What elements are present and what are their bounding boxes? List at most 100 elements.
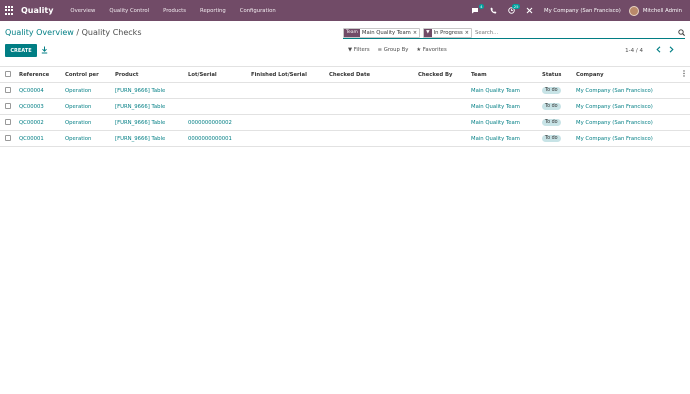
column-header-lot-serial[interactable]: Lot/Serial [188,66,251,83]
table-row[interactable]: QC00002 Operation [FURN_9666] Table 0000… [0,114,690,131]
cell-product[interactable]: [FURN_9666] Table [115,130,188,147]
cell-company[interactable]: My Company (San Francisco) [576,130,683,147]
download-icon[interactable] [41,46,48,56]
search-options: ▼ Filters ≡ Group By ★ Favorites [348,47,455,53]
company-switcher[interactable]: My Company (San Francisco) [544,8,621,14]
debug-tools-icon[interactable] [524,6,534,16]
breadcrumb-separator: / [73,28,82,37]
cell-control-per[interactable]: Operation [65,82,115,99]
column-header-company[interactable]: Company [576,66,683,83]
breadcrumb-quality-overview[interactable]: Quality Overview [5,28,74,37]
activity-clock-icon[interactable]: 25 [506,3,521,16]
cell-control-per[interactable]: Operation [65,130,115,147]
cell-lot-serial[interactable] [188,82,251,99]
cell-control-per[interactable]: Operation [65,98,115,115]
status-badge: To do [542,103,561,110]
cell-checked-date[interactable] [329,114,418,131]
search-input[interactable] [474,29,645,36]
column-header-product[interactable]: Product [115,66,188,83]
menu-configuration[interactable]: Configuration [240,8,276,14]
column-header-team[interactable]: Team [471,66,542,83]
cell-company[interactable]: My Company (San Francisco) [576,82,683,99]
cell-team[interactable]: Main Quality Team [471,98,542,115]
cell-control-per[interactable]: Operation [65,114,115,131]
status-badge: To do [542,119,561,126]
top-navbar: Quality Overview Quality Control Product… [0,0,690,21]
breadcrumb-current: Quality Checks [81,28,142,37]
table-header-row: Reference Control per Product Lot/Serial… [0,66,690,83]
select-all-checkbox[interactable] [5,71,11,78]
table-row[interactable]: QC00003 Operation [FURN_9666] Table Main… [0,98,690,115]
chat-icon[interactable]: 4 [470,3,485,16]
user-avatar[interactable] [628,5,639,16]
cell-company[interactable]: My Company (San Francisco) [576,98,683,115]
quality-checks-table: Reference Control per Product Lot/Serial… [0,66,690,147]
row-checkbox[interactable] [5,103,11,110]
menu-products[interactable]: Products [163,8,186,14]
column-header-reference[interactable]: Reference [19,66,65,83]
favorites-button[interactable]: ★ Favorites [416,47,446,53]
table-row[interactable]: QC00004 Operation [FURN_9666] Table Main… [0,82,690,99]
cell-checked-date[interactable] [329,130,418,147]
optional-columns-icon[interactable] [683,70,685,79]
search-bar: Team Main Quality Team × ▼ In Progress × [343,27,685,39]
facet-team-remove-icon[interactable]: × [413,30,419,36]
cell-reference[interactable]: QC00004 [19,82,65,99]
phone-icon[interactable] [488,6,498,16]
cell-product[interactable]: [FURN_9666] Table [115,114,188,131]
cell-checked-by[interactable] [418,98,471,115]
cell-reference[interactable]: QC00003 [19,98,65,115]
user-menu[interactable]: Mitchell Admin [643,8,682,14]
cell-finished-lot[interactable] [251,130,329,147]
table-row[interactable]: QC00001 Operation [FURN_9666] Table 0000… [0,130,690,147]
column-header-checked-by[interactable]: Checked By [418,66,471,83]
cell-finished-lot[interactable] [251,114,329,131]
cell-lot-serial[interactable] [188,98,251,115]
facet-filter-remove-icon[interactable]: × [465,30,471,36]
facet-filter: ▼ In Progress × [423,27,472,38]
cell-checked-date[interactable] [329,82,418,99]
create-button[interactable]: CREATE [5,44,37,57]
pager-previous-icon[interactable] [656,46,661,55]
cell-checked-by[interactable] [418,130,471,147]
activity-badge: 25 [512,3,521,9]
row-checkbox[interactable] [5,87,11,94]
menu-reporting[interactable]: Reporting [200,8,226,14]
cell-team[interactable]: Main Quality Team [471,130,542,147]
search-icon[interactable] [678,29,685,38]
cell-reference[interactable]: QC00001 [19,130,65,147]
cell-checked-by[interactable] [418,114,471,131]
cell-company[interactable]: My Company (San Francisco) [576,114,683,131]
cell-finished-lot[interactable] [251,82,329,99]
facet-team-label: Team [344,28,360,37]
cell-lot-serial[interactable]: 0000000000001 [188,130,251,147]
cell-team[interactable]: Main Quality Team [471,114,542,131]
cell-checked-by[interactable] [418,82,471,99]
column-header-checked-date[interactable]: Checked Date [329,66,418,83]
app-menu-icon[interactable] [5,6,14,15]
cell-lot-serial[interactable]: 0000000000002 [188,114,251,131]
cell-reference[interactable]: QC00002 [19,114,65,131]
column-header-finished-lot[interactable]: Finished Lot/Serial [251,66,329,83]
cell-team[interactable]: Main Quality Team [471,82,542,99]
row-checkbox[interactable] [5,119,11,126]
pager-next-icon[interactable] [669,46,674,55]
pager: 1-4 / 4 [625,46,678,55]
pager-value[interactable]: 1-4 / 4 [625,48,643,54]
filters-button[interactable]: ▼ Filters [348,47,370,53]
menu-overview[interactable]: Overview [70,8,95,14]
cell-product[interactable]: [FURN_9666] Table [115,82,188,99]
cell-finished-lot[interactable] [251,98,329,115]
menu-quality-control[interactable]: Quality Control [109,8,149,14]
column-header-control-per[interactable]: Control per [65,66,115,83]
column-header-status[interactable]: Status [542,66,576,83]
breadcrumb: Quality Overview / Quality Checks [5,28,141,37]
cell-product[interactable]: [FURN_9666] Table [115,98,188,115]
cell-checked-date[interactable] [329,98,418,115]
facet-filter-icon: ▼ [424,28,432,37]
facet-team-value: Main Quality Team [361,29,411,36]
group-by-button[interactable]: ≡ Group By [378,47,409,53]
chat-badge: 4 [478,3,485,9]
row-checkbox[interactable] [5,135,11,142]
app-name[interactable]: Quality [21,6,53,15]
